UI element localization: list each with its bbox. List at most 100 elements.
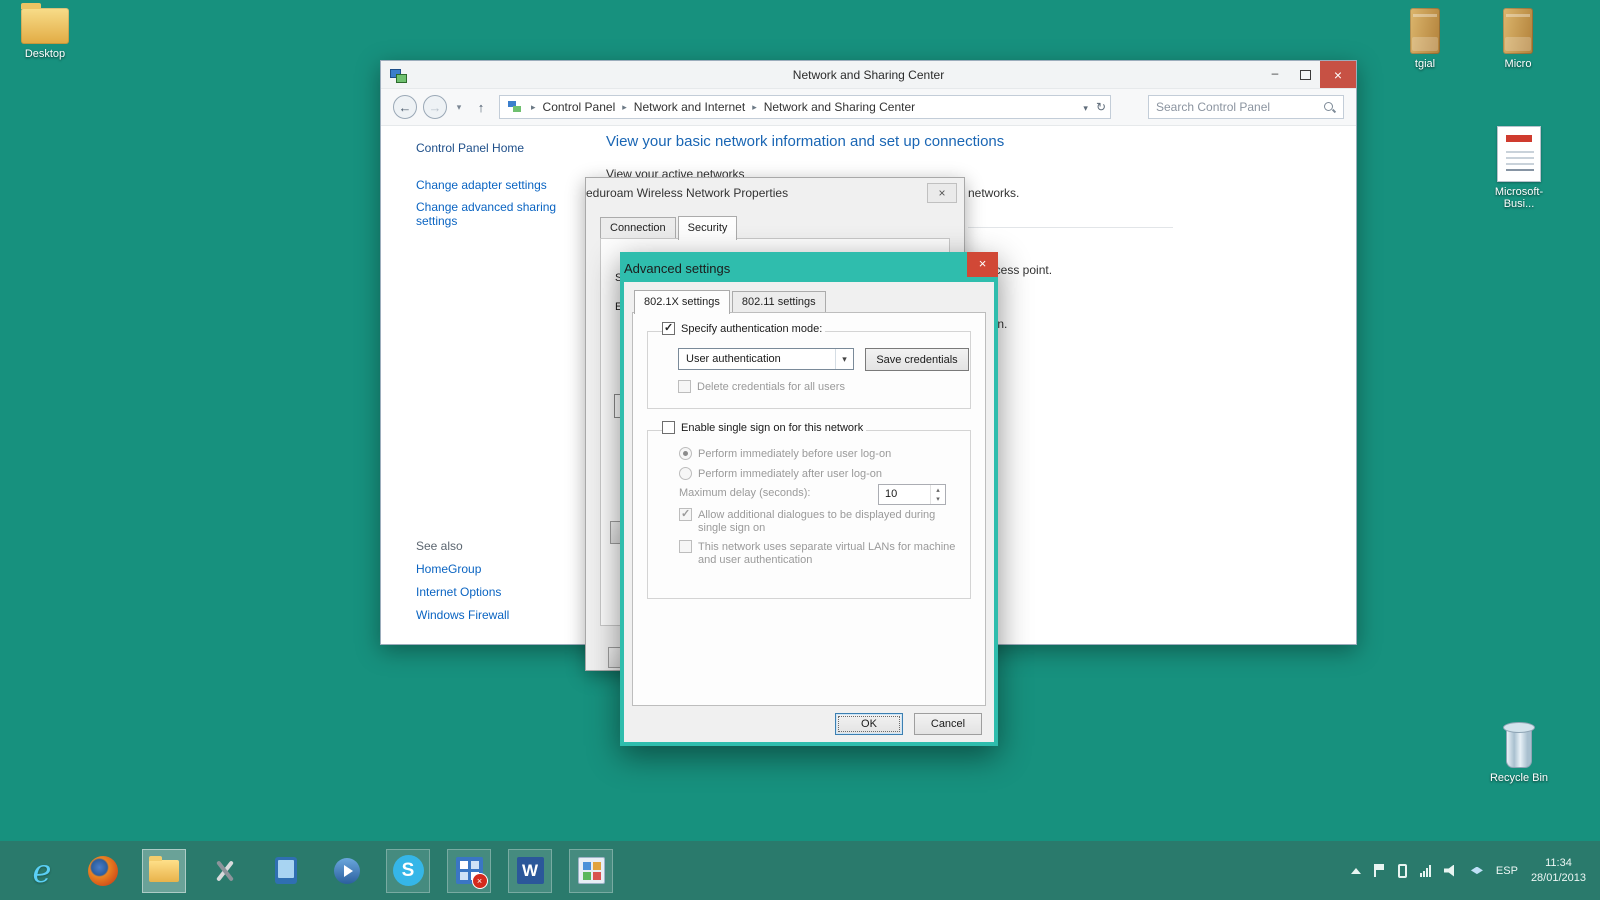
search-icon[interactable] [1323, 101, 1336, 114]
address-dropdown-icon[interactable] [1083, 100, 1088, 114]
desktop-icon-label: Microsoft-Busi... [1481, 186, 1557, 210]
taskbar-firefox[interactable] [81, 849, 125, 893]
sso-after-logon-radio[interactable]: Perform immediately after user log-on [679, 468, 882, 481]
checkbox-label: Enable single sign on for this network [681, 422, 863, 435]
save-credentials-button[interactable]: Save credentials [865, 348, 969, 371]
desktop-icon-label: tgial [1387, 58, 1463, 70]
address-bar[interactable]: Control Panel Network and Internet Netwo… [499, 95, 1111, 119]
taskbar-tools-app[interactable] [203, 849, 247, 893]
dialog-titlebar[interactable]: eduroam Wireless Network Properties [586, 178, 964, 208]
breadcrumb-control-panel[interactable]: Control Panel [541, 100, 618, 114]
separate-vlans-checkbox[interactable]: This network uses separate virtual LANs … [679, 541, 961, 567]
document-icon [1497, 126, 1541, 182]
breadcrumb-separator-icon [526, 102, 541, 113]
back-button[interactable] [393, 95, 417, 119]
taskbar-media-app[interactable] [325, 849, 369, 893]
taskbar-app-with-alert[interactable] [447, 849, 491, 893]
clock[interactable]: 11:34 28/01/2013 [1531, 856, 1586, 886]
history-chevron-icon[interactable] [453, 102, 465, 113]
page-title: View your basic network information and … [606, 133, 1004, 150]
ok-button[interactable]: OK [835, 713, 903, 735]
taskbar-internet-explorer[interactable] [20, 849, 64, 893]
action-center-flag-icon[interactable] [1374, 864, 1385, 877]
checkbox-box [678, 380, 691, 393]
show-hidden-icons-icon[interactable] [1351, 868, 1361, 874]
window-title: Network and Sharing Center [381, 61, 1356, 89]
breadcrumb-network-sharing[interactable]: Network and Sharing Center [762, 100, 917, 114]
desktop-background: Desktop tgial Micro Microsoft-Busi... Re… [0, 0, 1600, 900]
spinner-arrows [930, 485, 945, 504]
search-placeholder: Search Control Panel [1156, 100, 1270, 114]
sso-before-logon-radio[interactable]: Perform immediately before user log-on [679, 448, 891, 461]
chevron-down-icon [835, 349, 853, 369]
breadcrumb-separator-icon [747, 102, 762, 113]
system-tray: ESP 11:34 28/01/2013 [1351, 856, 1600, 886]
network-signal-icon[interactable] [1420, 865, 1431, 877]
dialog-titlebar[interactable]: Advanced settings [624, 256, 994, 282]
allow-dialogs-checkbox[interactable]: Allow additional dialogues to be display… [679, 509, 961, 535]
checkbox-label: This network uses separate virtual LANs … [698, 541, 961, 567]
sidebar-item-control-panel-home[interactable]: Control Panel Home [416, 141, 524, 155]
close-button[interactable] [1320, 61, 1356, 88]
tab-security[interactable]: Security [678, 216, 738, 240]
taskbar-word[interactable] [508, 849, 552, 893]
volume-icon[interactable] [1444, 865, 1458, 877]
up-button[interactable] [471, 100, 491, 115]
desktop-icon-label: Recycle Bin [1481, 772, 1557, 784]
tools-icon [212, 858, 238, 884]
dropbox-icon[interactable] [1471, 867, 1483, 879]
device-status-icon[interactable] [1398, 864, 1407, 878]
delete-credentials-checkbox[interactable]: Delete credentials for all users [678, 381, 845, 394]
sidebar-item-homegroup[interactable]: HomeGroup [416, 562, 481, 576]
desktop-icon-recycle-bin[interactable]: Recycle Bin [1481, 720, 1557, 784]
spinner-up-icon[interactable] [931, 485, 945, 495]
desktop-icon-tgial[interactable]: tgial [1387, 8, 1463, 70]
advanced-settings-dialog: Advanced settings 802.1X settings 802.11… [620, 252, 998, 746]
max-delay-spinner[interactable]: 10 [878, 484, 946, 505]
close-button[interactable] [967, 252, 998, 277]
desktop-icon-document[interactable]: Microsoft-Busi... [1481, 126, 1557, 210]
refresh-icon[interactable] [1096, 100, 1106, 114]
taskbar-office-app[interactable] [569, 849, 613, 893]
clock-date: 28/01/2013 [1531, 871, 1586, 886]
maximize-button[interactable] [1290, 61, 1320, 88]
clock-time: 11:34 [1531, 856, 1586, 871]
forward-button[interactable] [423, 95, 447, 119]
dialog-title: eduroam Wireless Network Properties [586, 186, 788, 200]
radio-label: Perform immediately after user log-on [698, 468, 882, 481]
see-also-label: See also [416, 539, 463, 553]
tab-connection[interactable]: Connection [600, 217, 676, 238]
spinner-value: 10 [879, 485, 930, 504]
sidebar-item-internet-options[interactable]: Internet Options [416, 585, 501, 599]
breadcrumb-network-internet[interactable]: Network and Internet [632, 100, 747, 114]
minimize-button[interactable] [1260, 61, 1290, 88]
sidebar-item-change-adapter-settings[interactable]: Change adapter settings [416, 178, 547, 192]
tab-8021x-settings[interactable]: 802.1X settings [634, 290, 730, 314]
8021x-settings-panel: Specify authentication mode: User authen… [632, 312, 986, 706]
desktop-icon-micro[interactable]: Micro [1480, 8, 1556, 70]
sidebar-item-windows-firewall[interactable]: Windows Firewall [416, 608, 509, 622]
tab-80211-settings[interactable]: 802.11 settings [732, 291, 826, 312]
search-input[interactable]: Search Control Panel [1148, 95, 1344, 119]
desktop-icon-label: Desktop [7, 48, 83, 60]
close-button[interactable] [927, 183, 957, 203]
window-titlebar[interactable]: Network and Sharing Center [381, 61, 1356, 89]
checkbox-box [679, 540, 692, 553]
radio-circle [679, 467, 692, 480]
desktop-icon-desktop[interactable]: Desktop [7, 8, 83, 60]
language-indicator[interactable]: ESP [1496, 865, 1518, 877]
media-player-icon [334, 858, 360, 884]
dropdown-value: User authentication [679, 353, 835, 365]
enable-sso-checkbox[interactable]: Enable single sign on for this network [662, 422, 866, 435]
taskbar-device-app[interactable] [264, 849, 308, 893]
checkbox-box [662, 421, 675, 434]
taskbar-skype[interactable] [386, 849, 430, 893]
auth-mode-dropdown[interactable]: User authentication [678, 348, 854, 370]
sidebar-item-change-advanced-sharing[interactable]: Change advanced sharing settings [416, 200, 566, 228]
divider [968, 227, 1173, 228]
specify-auth-mode-checkbox[interactable]: Specify authentication mode: [662, 323, 825, 336]
spinner-down-icon[interactable] [931, 495, 945, 505]
recycle-bin-icon [1501, 720, 1537, 768]
cancel-button[interactable]: Cancel [914, 713, 982, 735]
taskbar-file-explorer[interactable] [142, 849, 186, 893]
